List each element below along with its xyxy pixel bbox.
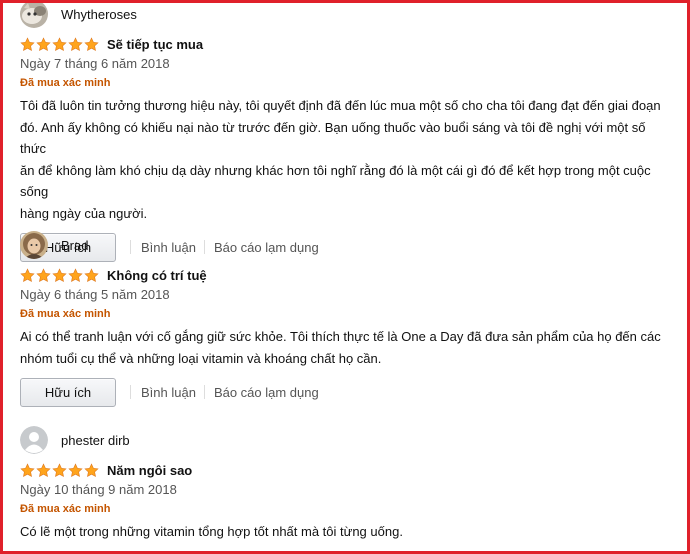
review-title[interactable]: Năm ngôi sao <box>107 463 192 478</box>
star-icon <box>36 36 51 51</box>
review-body-line: ăn để không làm khó chịu dạ dày nhưng kh… <box>20 162 651 200</box>
star-rating[interactable] <box>20 36 100 52</box>
star-icon <box>84 36 99 51</box>
review-body: Ai có thể tranh luận với cố gắng giữ sức… <box>20 326 670 369</box>
star-rating[interactable] <box>20 267 100 283</box>
review-title[interactable]: Không có trí tuệ <box>107 268 207 283</box>
review-date: Ngày 6 tháng 5 năm 2018 <box>20 287 170 302</box>
review-author[interactable]: Whytheroses <box>20 0 670 28</box>
comment-link[interactable]: Bình luận <box>141 385 196 400</box>
review-body-line: Ai có thể tranh luận với cố gắng giữ sức… <box>20 329 661 344</box>
star-icon <box>84 267 99 282</box>
star-icon <box>68 36 83 51</box>
verified-purchase-badge: Đã mua xác minh <box>20 503 111 515</box>
star-icon <box>52 462 67 477</box>
review-card: Brad Không có trí tuệ Ngày 6 tháng 5 năm… <box>20 231 670 407</box>
review-body-line: Có lẽ một trong những vitamin tổng hợp t… <box>20 524 403 539</box>
review-body-line: hàng ngày của người. <box>20 205 148 221</box>
star-icon <box>20 36 35 51</box>
report-abuse-link[interactable]: Báo cáo lạm dụng <box>214 385 319 400</box>
star-icon <box>52 267 67 282</box>
review-body-line: Tôi đã luôn tin tưởng thương hiệu này, t… <box>20 98 661 113</box>
review-date: Ngày 10 tháng 9 năm 2018 <box>20 482 177 497</box>
helpful-button[interactable]: Hữu ích <box>20 377 116 407</box>
verified-purchase-badge: Đã mua xác minh <box>20 308 111 320</box>
review-card: Whytheroses Sẽ tiếp tục mua Ngày 7 tháng… <box>20 0 670 262</box>
author-name: Whytheroses <box>61 6 137 22</box>
verified-purchase-badge: Đã mua xác minh <box>20 77 111 89</box>
review-author[interactable]: phester dirb <box>20 426 670 454</box>
star-icon <box>52 36 67 51</box>
review-date: Ngày 7 tháng 6 năm 2018 <box>20 56 170 71</box>
person-photo-avatar <box>20 231 48 259</box>
author-name: Brad <box>61 237 89 253</box>
review-title[interactable]: Sẽ tiếp tục mua <box>107 37 203 52</box>
star-rating[interactable] <box>20 462 100 478</box>
star-icon <box>20 462 35 477</box>
divider <box>130 385 131 399</box>
divider <box>203 385 205 399</box>
star-icon <box>36 462 51 477</box>
star-icon <box>68 462 83 477</box>
cat-photo-avatar <box>20 0 48 28</box>
review-card: phester dirb Năm ngôi sao Ngày 10 tháng … <box>20 426 670 543</box>
review-body-line: nhóm tuổi cụ thể và những loại vitamin v… <box>20 350 382 366</box>
star-icon <box>68 267 83 282</box>
star-icon <box>84 462 99 477</box>
author-name: phester dirb <box>61 432 130 448</box>
star-icon <box>36 267 51 282</box>
star-icon <box>20 267 35 282</box>
review-body-line: đó. Anh ấy không có khiếu nại nào từ trư… <box>20 119 646 157</box>
default-user-avatar <box>20 426 48 454</box>
review-author[interactable]: Brad <box>20 231 670 259</box>
review-body: Tôi đã luôn tin tưởng thương hiệu này, t… <box>20 95 670 224</box>
review-body: Có lẽ một trong những vitamin tổng hợp t… <box>20 521 670 543</box>
